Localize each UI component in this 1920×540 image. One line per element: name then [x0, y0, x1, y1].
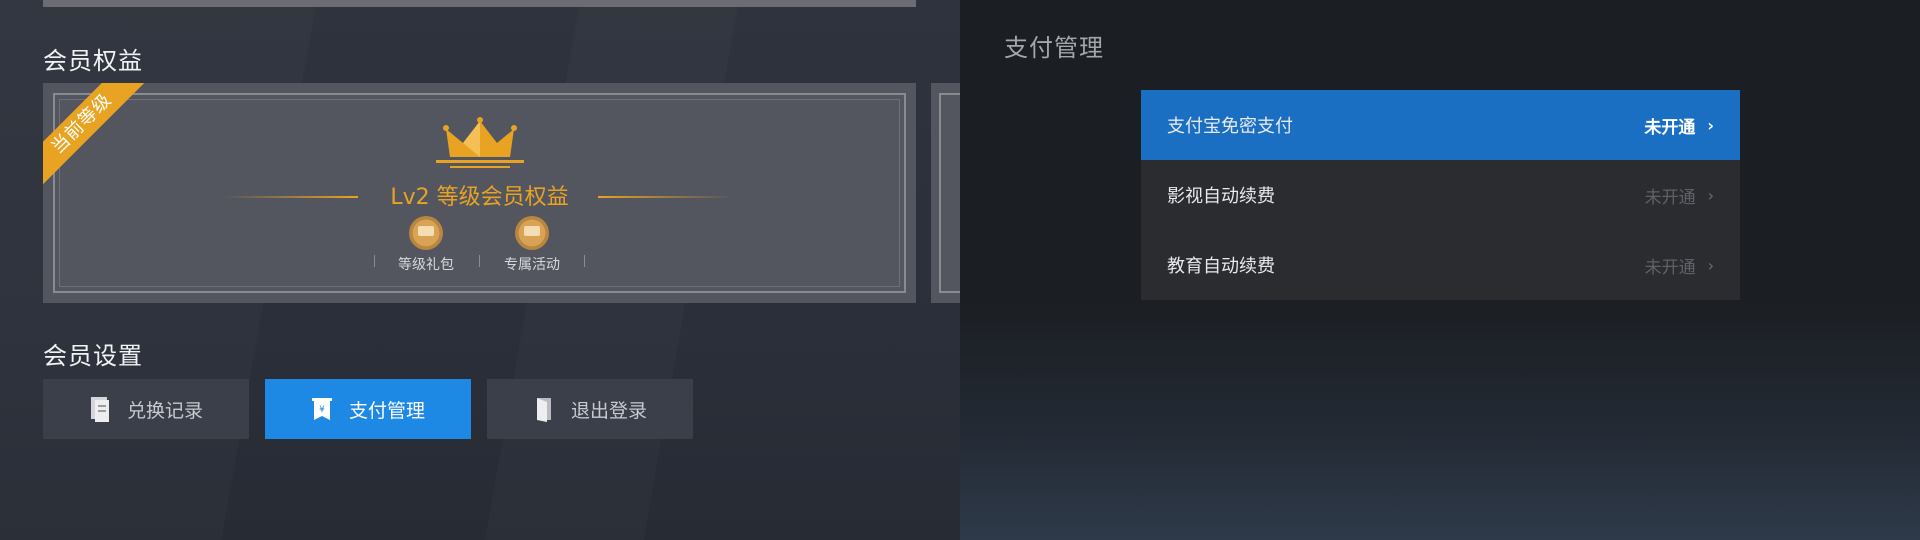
perk-label: 专属活动 — [504, 257, 560, 273]
button-label: 兑换记录 — [126, 399, 203, 422]
next-level-card-peek[interactable] — [931, 83, 960, 303]
payment-icon: ¥ — [311, 398, 332, 420]
title-divider-right — [598, 196, 733, 198]
panel-title: 支付管理 — [1004, 34, 1104, 62]
row-status: 未开通 › — [1645, 183, 1714, 208]
row-status: 未开通 › — [1644, 113, 1714, 138]
perk-divider — [584, 255, 585, 267]
video-auto-renew-row[interactable]: 影视自动续费 未开通 › — [1141, 160, 1740, 230]
perk-exclusive-event: 专属活动 — [479, 216, 585, 274]
button-label: 支付管理 — [348, 399, 425, 422]
perk-gift-pack: 等级礼包 — [373, 216, 479, 274]
payment-management-button[interactable]: ¥ 支付管理 — [265, 379, 471, 439]
gift-badge-icon — [409, 216, 443, 250]
settings-section-title: 会员设置 — [43, 342, 143, 370]
status-text: 未开通 — [1644, 117, 1696, 138]
education-auto-renew-row[interactable]: 教育自动续费 未开通 › — [1141, 230, 1740, 300]
row-name: 教育自动续费 — [1167, 256, 1275, 277]
door-icon — [536, 398, 551, 422]
status-text: 未开通 — [1644, 257, 1696, 278]
button-label: 退出登录 — [570, 399, 647, 422]
alipay-password-free-row[interactable]: 支付宝免密支付 未开通 › — [1141, 90, 1740, 160]
row-name: 影视自动续费 — [1167, 186, 1275, 207]
svg-text:¥: ¥ — [319, 405, 325, 415]
row-status: 未开通 › — [1645, 253, 1714, 278]
member-left-panel: 会员权益 当前等级 Lv2 等级会员权益 等级礼包 专属活动 会员设置 兑换记录… — [0, 0, 960, 540]
payment-management-panel: 支付管理 支付宝免密支付 未开通 › 影视自动续费 未开通 › 教育自动续费 未… — [960, 0, 1920, 540]
document-icon — [90, 397, 109, 422]
chevron-right-icon: › — [1707, 255, 1714, 275]
level-title: Lv2 等级会员权益 — [390, 185, 569, 210]
row-name: 支付宝免密支付 — [1167, 116, 1293, 137]
benefits-section-title: 会员权益 — [43, 47, 143, 75]
status-text: 未开通 — [1644, 187, 1696, 208]
crown-icon — [436, 117, 524, 168]
chevron-right-icon: › — [1707, 185, 1714, 205]
card-frame — [939, 93, 960, 293]
level-benefits-card[interactable]: 当前等级 Lv2 等级会员权益 等级礼包 专属活动 — [43, 83, 916, 303]
chevron-right-icon: › — [1707, 115, 1714, 135]
previous-card-edge — [43, 0, 916, 7]
event-badge-icon — [515, 216, 549, 250]
logout-button[interactable]: 退出登录 — [487, 379, 693, 439]
perk-label: 等级礼包 — [398, 257, 454, 273]
redeem-history-button[interactable]: 兑换记录 — [43, 379, 249, 439]
